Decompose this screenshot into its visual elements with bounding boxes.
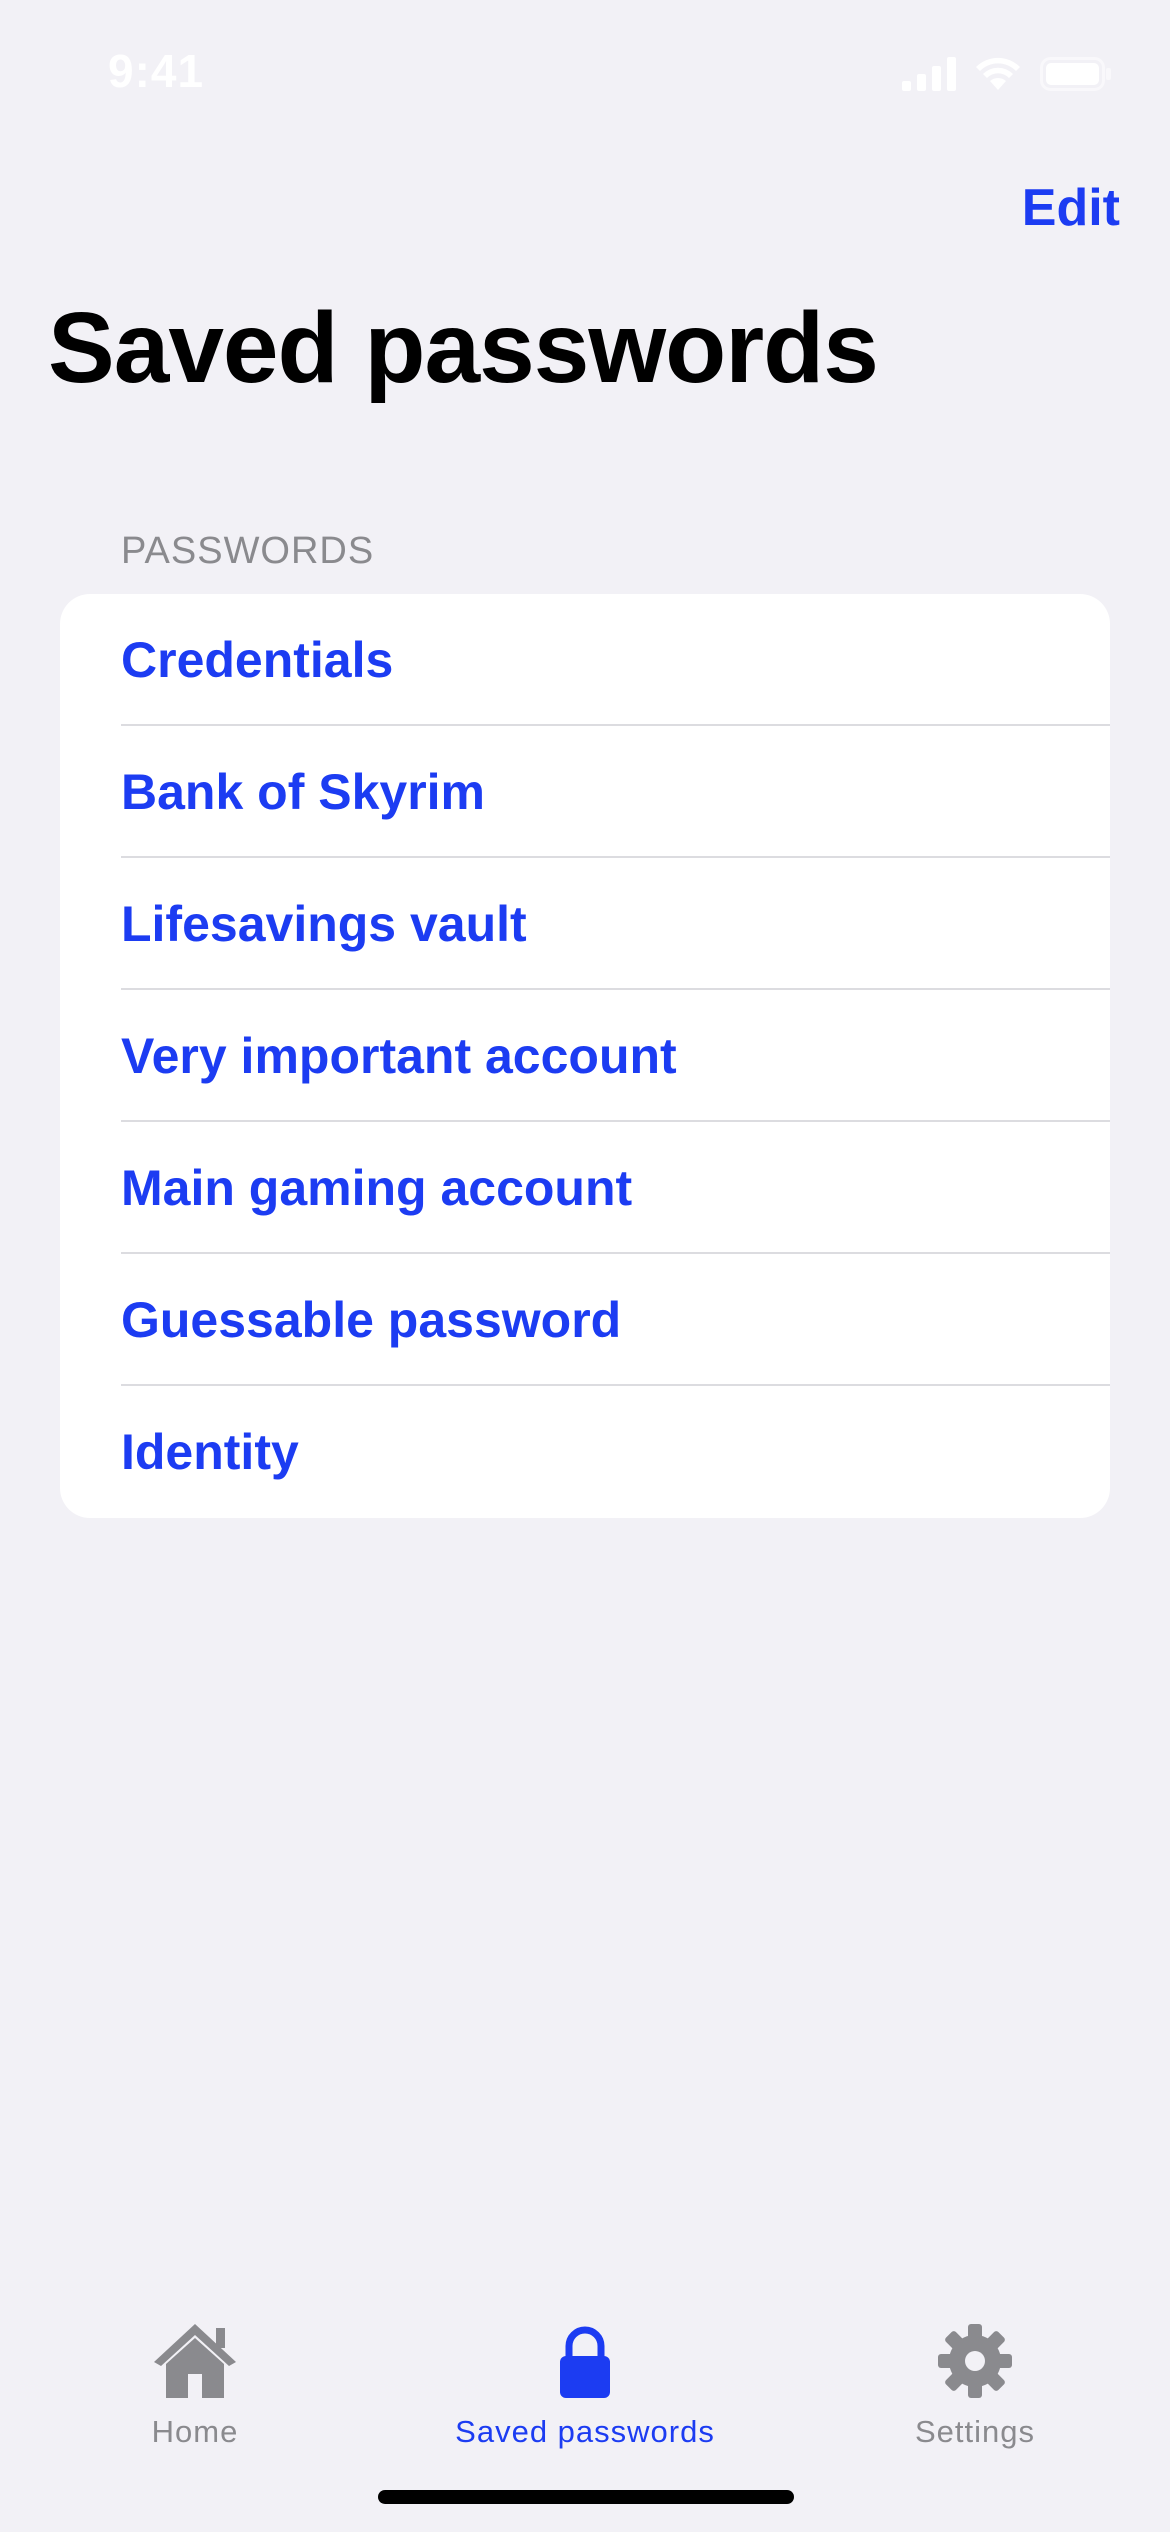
list-item-credentials[interactable]: Credentials <box>60 594 1110 726</box>
cellular-signal-icon <box>902 57 956 91</box>
status-time: 9:41 <box>108 45 205 97</box>
battery-icon <box>1040 57 1111 91</box>
list-item-identity[interactable]: Identity <box>60 1386 1110 1518</box>
list-item-label: Credentials <box>121 632 394 688</box>
status-icons <box>902 56 1112 92</box>
list-item-label: Lifesavings vault <box>121 896 527 952</box>
list-item-guessable-password[interactable]: Guessable password <box>60 1254 1110 1386</box>
tab-settings[interactable]: Settings <box>890 2298 1060 2450</box>
house-icon <box>152 2298 238 2398</box>
section-header: PASSWORDS <box>121 530 375 572</box>
tab-saved-passwords[interactable]: Saved passwords <box>430 2298 740 2450</box>
list-item-label: Identity <box>121 1424 299 1480</box>
list-item-label: Main gaming account <box>121 1160 633 1216</box>
list-item-main-gaming-account[interactable]: Main gaming account <box>60 1122 1110 1254</box>
home-indicator[interactable] <box>378 2490 794 2504</box>
lock-icon <box>558 2298 612 2398</box>
tab-label: Home <box>151 2414 239 2449</box>
list-item-label: Bank of Skyrim <box>121 764 486 820</box>
list-item-lifesavings-vault[interactable]: Lifesavings vault <box>60 858 1110 990</box>
tab-label: Saved passwords <box>455 2414 715 2449</box>
gear-icon <box>938 2298 1012 2398</box>
list-item-label: Very important account <box>121 1028 677 1084</box>
page-title: Saved passwords <box>48 292 879 404</box>
list-item-bank-of-skyrim[interactable]: Bank of Skyrim <box>60 726 1110 858</box>
edit-button[interactable]: Edit <box>1022 178 1120 238</box>
passwords-list: Credentials Bank of Skyrim Lifesavings v… <box>60 594 1110 1518</box>
list-item-very-important-account[interactable]: Very important account <box>60 990 1110 1122</box>
wifi-icon <box>976 57 1020 90</box>
tab-home[interactable]: Home <box>110 2298 280 2450</box>
status-bar: 9:41 <box>0 0 1170 150</box>
list-item-label: Guessable password <box>121 1292 622 1348</box>
tab-label: Settings <box>914 2414 1035 2449</box>
